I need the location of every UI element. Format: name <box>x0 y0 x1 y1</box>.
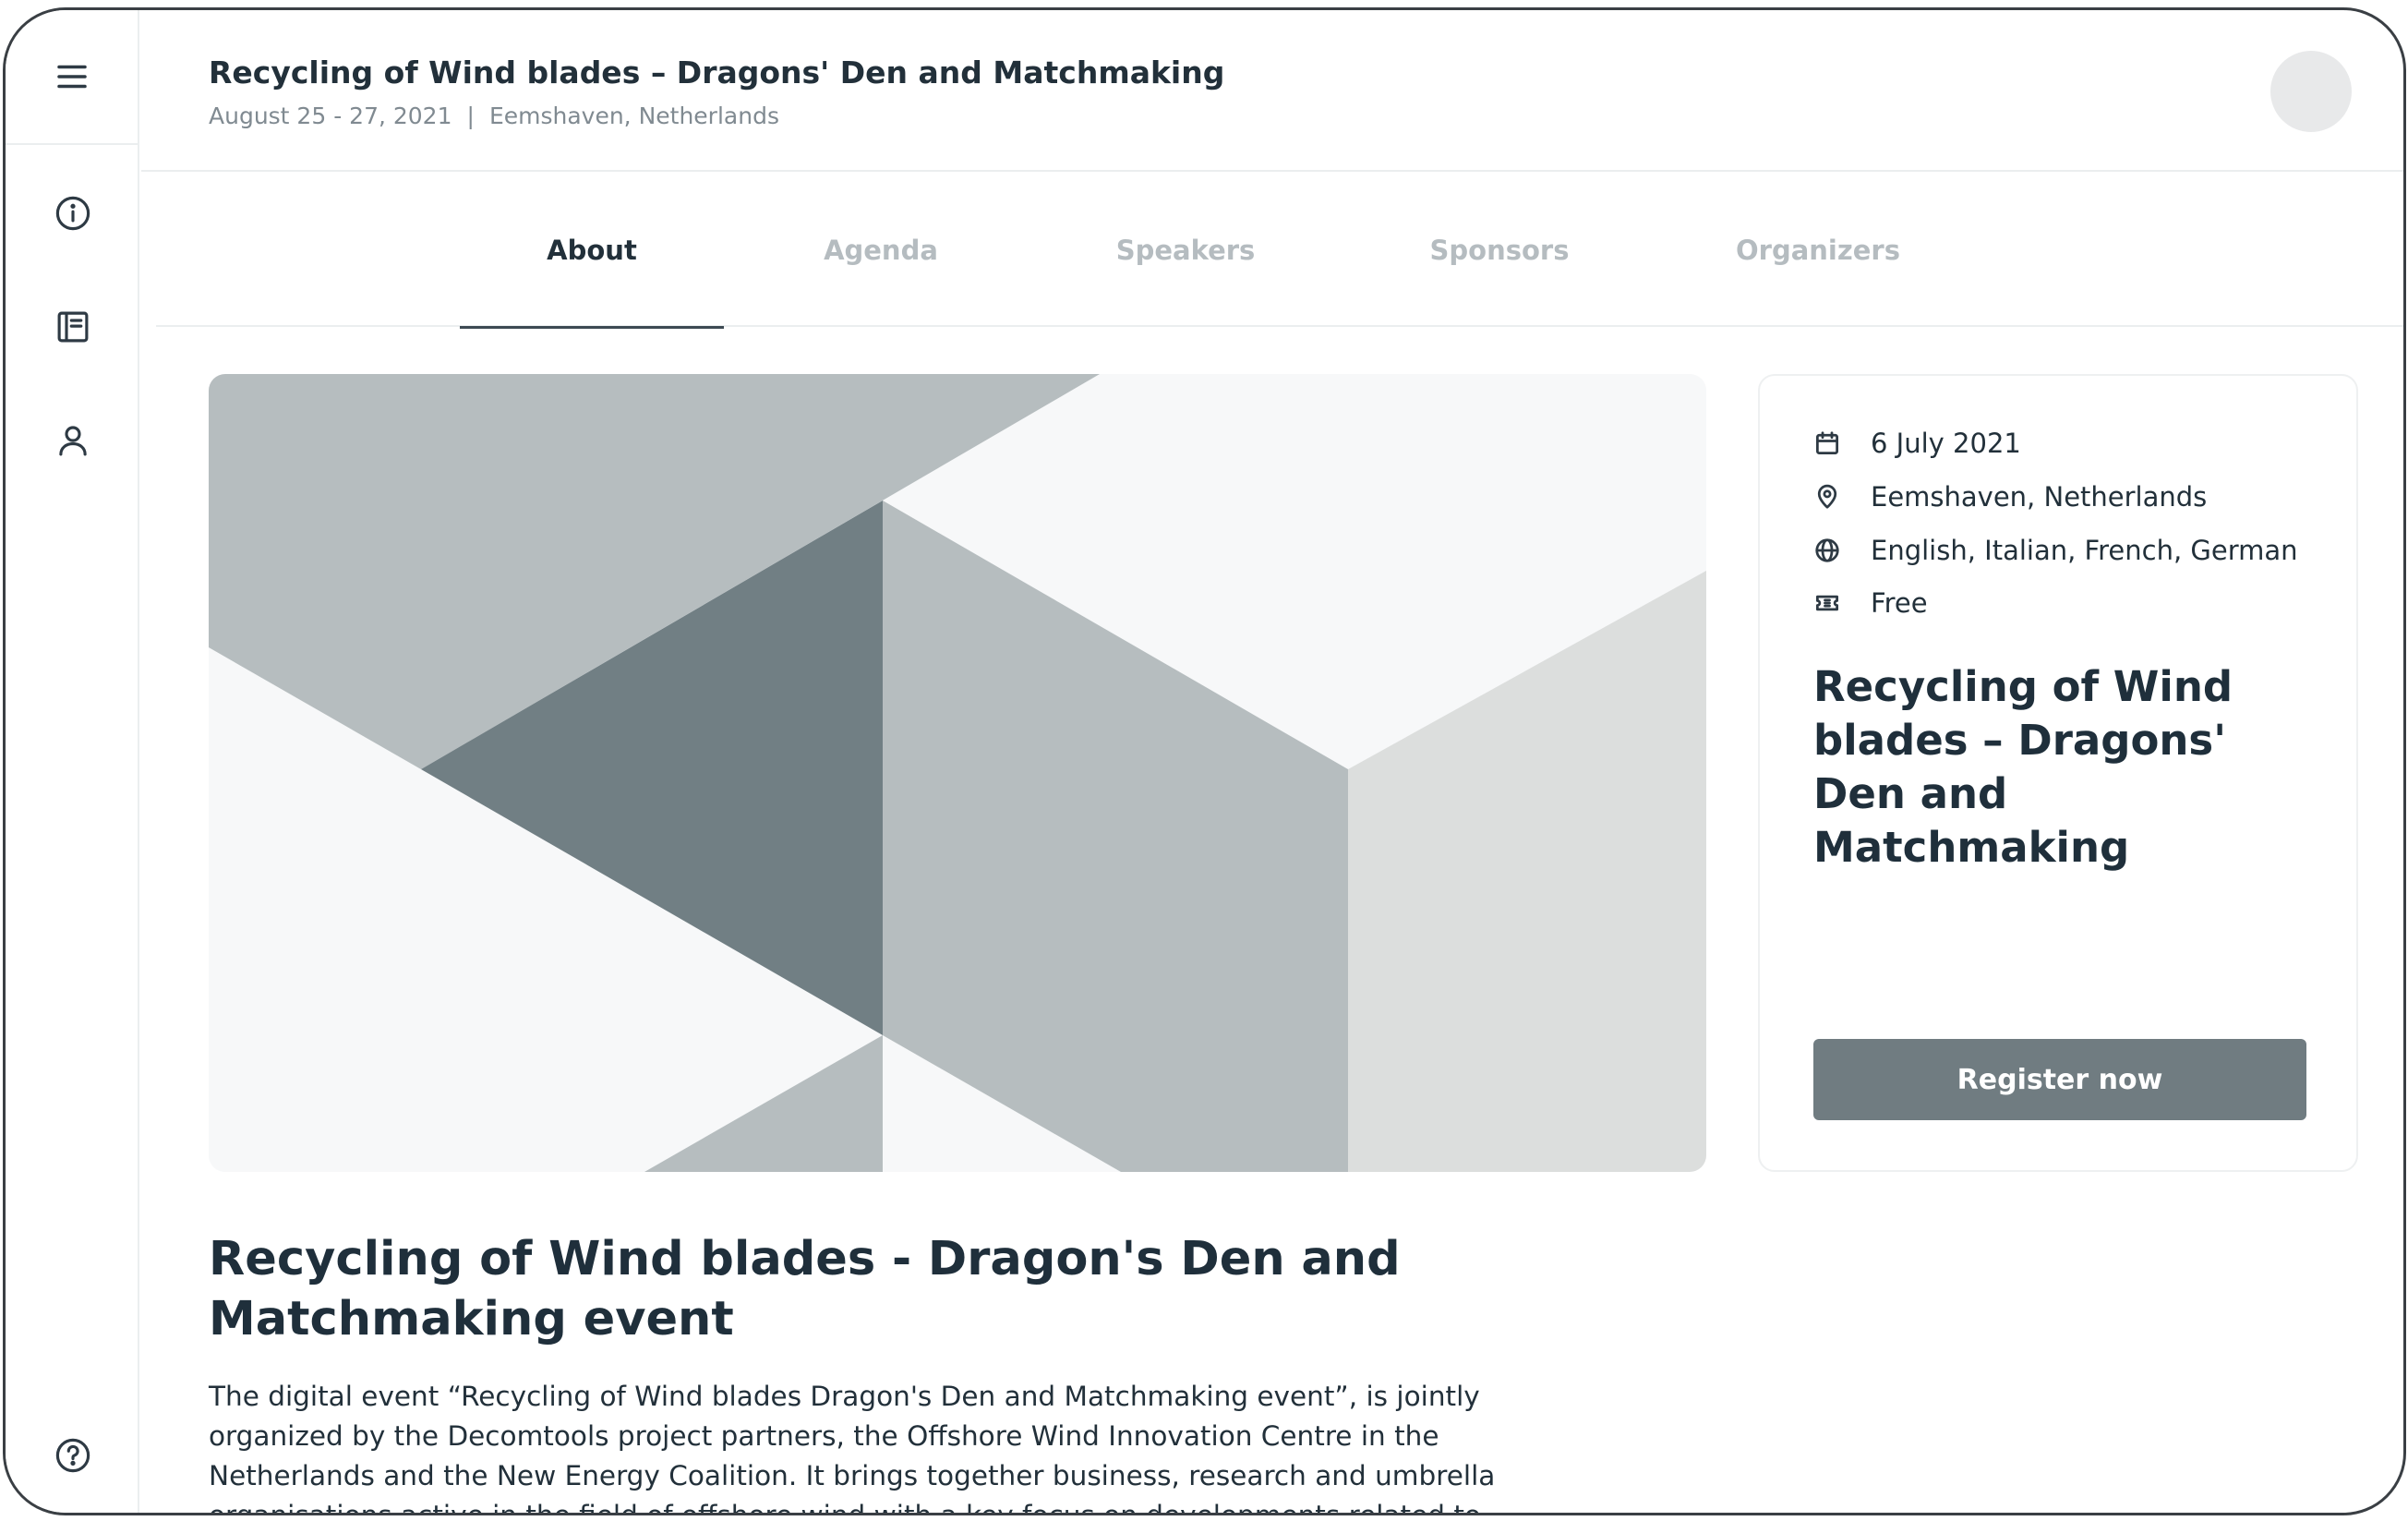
help-icon <box>55 1438 90 1473</box>
globe-icon <box>1815 538 1839 562</box>
info-languages: English, Italian, French, German <box>1871 535 2298 566</box>
register-now-button[interactable]: Register now <box>1813 1039 2306 1120</box>
geometric-placeholder-graphic <box>209 374 1706 1172</box>
card-event-title: Recycling of Wind blades – Dragons' Den … <box>1813 662 2233 872</box>
help-button[interactable] <box>6 1414 139 1497</box>
tab-bar: About Agenda Speakers Sponsors Organizer… <box>156 174 2403 329</box>
header-subtitle: August 25 - 27, 2021 | Eemshaven, Netherla… <box>209 103 779 129</box>
header-dates: August 25 - 27, 2021 <box>209 103 452 129</box>
map-pin-icon <box>1817 484 1837 509</box>
event-header: Recycling of Wind blades – Dragons' Den … <box>141 10 2403 172</box>
info-icon <box>55 196 90 231</box>
header-location: Eemshaven, Netherlands <box>488 103 779 129</box>
info-price-row: Free <box>1813 587 1928 619</box>
sidebar-item-agenda[interactable] <box>6 290 139 364</box>
info-location-row: Eemshaven, Netherlands <box>1813 481 2207 513</box>
info-location: Eemshaven, Netherlands <box>1871 481 2208 513</box>
sidebar <box>6 10 139 1513</box>
tab-speakers[interactable]: Speakers <box>1047 174 1324 327</box>
app-window: Recycling of Wind blades – Dragons' Den … <box>3 7 2406 1515</box>
header-title: Recycling of Wind blades – Dragons' Den … <box>209 54 1225 91</box>
ticket-icon <box>1816 595 1838 611</box>
event-description: The digital event “Recycling of Wind bla… <box>209 1381 1496 1515</box>
tab-agenda[interactable]: Agenda <box>747 174 1015 327</box>
notebook-icon <box>57 311 88 343</box>
info-date-row: 6 July 2021 <box>1813 428 2021 459</box>
event-info-card: 6 July 2021 Eemshaven, Netherlands Engli… <box>1758 374 2358 1172</box>
menu-icon <box>56 65 87 89</box>
calendar-icon <box>1816 431 1838 454</box>
event-title: Recycling of Wind blades - Dragon's Den … <box>209 1232 1401 1346</box>
info-date: 6 July 2021 <box>1871 428 2021 459</box>
tab-about[interactable]: About <box>460 174 724 329</box>
info-price: Free <box>1871 587 1928 619</box>
info-languages-row: English, Italian, French, German <box>1813 535 2298 566</box>
header-separator: | <box>466 103 475 129</box>
event-hero-image <box>209 374 1706 1172</box>
tab-sponsors[interactable]: Sponsors <box>1356 174 1643 327</box>
sidebar-item-info[interactable] <box>6 176 139 250</box>
avatar[interactable] <box>2270 51 2352 132</box>
menu-button[interactable] <box>6 10 138 145</box>
sidebar-item-profile[interactable] <box>6 404 139 477</box>
tab-organizers[interactable]: Organizers <box>1670 174 1966 327</box>
user-icon <box>58 426 87 456</box>
